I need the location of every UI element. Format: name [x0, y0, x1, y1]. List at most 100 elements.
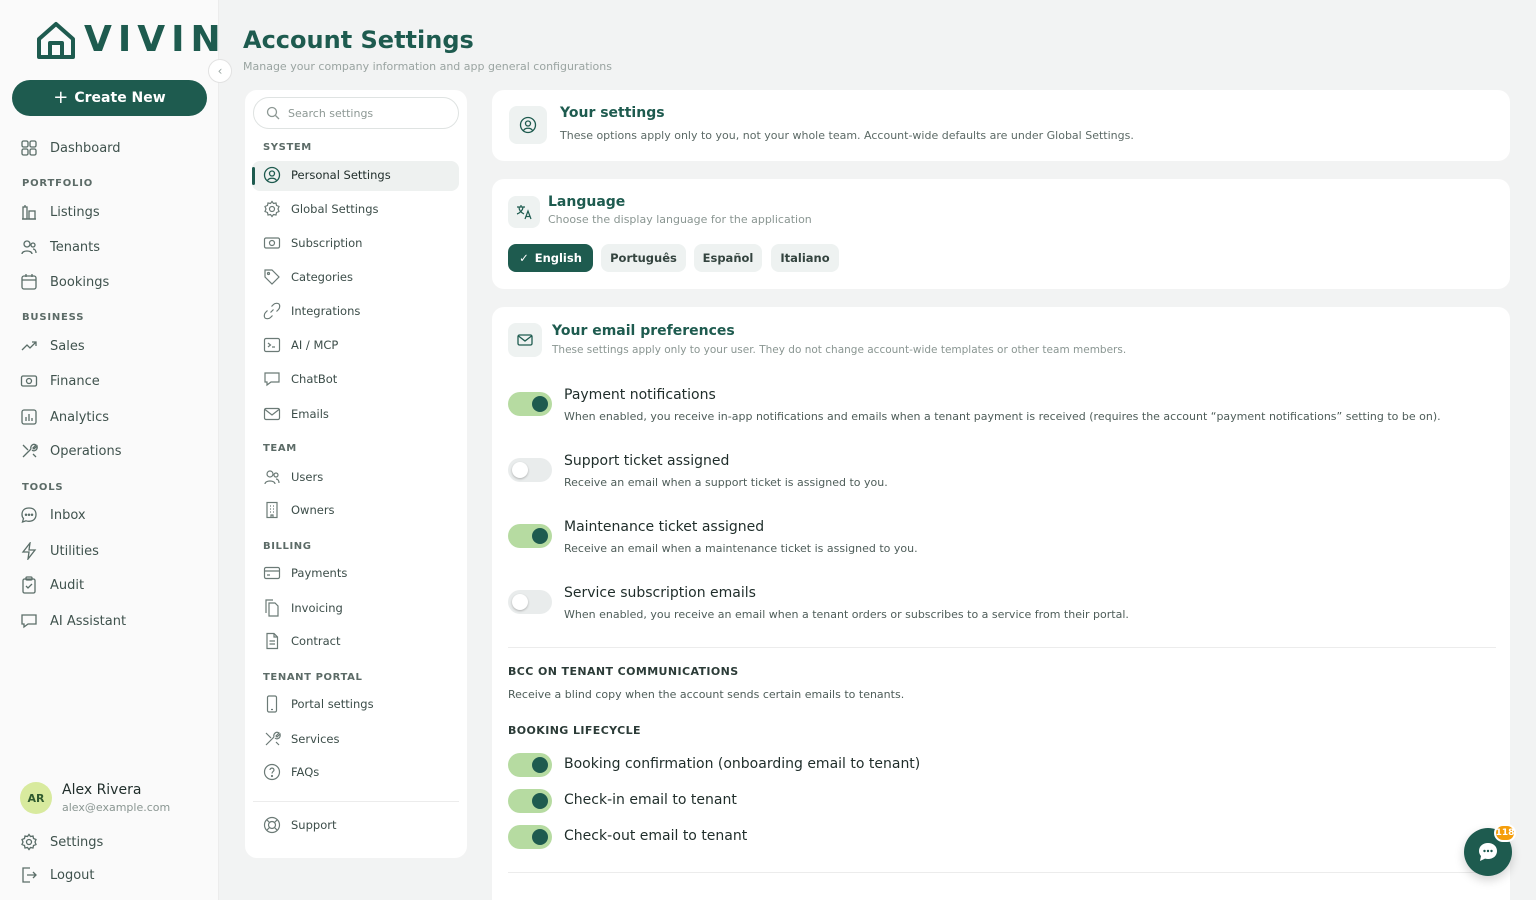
maintenance-ticket-toggle[interactable]	[508, 524, 552, 548]
settings-item-chatbot[interactable]: ChatBot	[263, 369, 337, 389]
question-circle-icon	[263, 763, 281, 781]
settings-item-support[interactable]: Support	[263, 815, 336, 835]
toggle-knob	[532, 829, 548, 845]
support-ticket-toggle[interactable]	[508, 458, 552, 482]
settings-item-owners[interactable]: Owners	[263, 500, 335, 520]
sidebar-section-business: BUSINESS	[22, 312, 85, 323]
sidebar-item-label: Logout	[50, 867, 95, 883]
sidebar-item-label: Bookings	[50, 274, 110, 290]
calendar-icon	[21, 274, 37, 290]
sidebar-item-ai-assistant[interactable]: AI Assistant	[20, 610, 126, 632]
smartphone-icon	[266, 695, 278, 713]
section-divider	[508, 647, 1496, 648]
search-input[interactable]: Search settings	[253, 97, 459, 129]
bcc-section-title: BCC ON TENANT COMMUNICATIONS	[508, 665, 739, 678]
settings-item-categories[interactable]: Categories	[263, 267, 353, 287]
check-out-toggle[interactable]	[508, 825, 552, 849]
sidebar-item-sales[interactable]: Sales	[20, 335, 85, 357]
language-option-spanish[interactable]: Español	[694, 244, 762, 272]
brand-logo[interactable]: VIVIN	[36, 20, 227, 60]
sidebar-item-operations[interactable]: Operations	[20, 440, 121, 462]
settings-item-portal-settings[interactable]: Portal settings	[263, 694, 374, 714]
toggle-knob	[532, 757, 548, 773]
settings-item-invoicing[interactable]: Invoicing	[263, 598, 343, 618]
sidebar-item-label: AI Assistant	[50, 613, 127, 629]
sidebar-item-analytics[interactable]: Analytics	[20, 406, 109, 428]
sidebar-item-finance[interactable]: Finance	[20, 370, 100, 392]
toggle-knob	[532, 793, 548, 809]
settings-item-subscription[interactable]: Subscription	[263, 233, 362, 253]
create-new-button[interactable]: + Create New	[12, 80, 207, 116]
page-subtitle: Manage your company information and app …	[243, 60, 612, 73]
sidebar-item-listings[interactable]: Listings	[20, 201, 100, 223]
sidebar-item-label: Audit	[50, 577, 85, 593]
settings-item-label: Portal settings	[291, 697, 374, 711]
sidebar-item-tenants[interactable]: Tenants	[20, 236, 100, 258]
sidebar-item-label: Sales	[50, 338, 85, 354]
translate-icon	[508, 196, 540, 228]
settings-item-contract[interactable]: Contract	[263, 631, 340, 651]
search-placeholder: Search settings	[288, 106, 374, 120]
users-icon	[21, 240, 37, 255]
tools-icon	[22, 443, 38, 458]
logout-icon	[22, 867, 37, 883]
service-subscription-toggle[interactable]	[508, 590, 552, 614]
gear-icon	[21, 833, 37, 851]
sidebar: VIVIN + Create New Dashboard PORTFOLIO L…	[0, 0, 221, 900]
sidebar-item-utilities[interactable]: Utilities	[20, 540, 99, 562]
settings-item-services[interactable]: Services	[263, 729, 340, 749]
your-settings-card: Your settings These options apply only t…	[492, 90, 1510, 161]
section-divider	[508, 872, 1496, 873]
language-title: Language	[548, 194, 626, 210]
settings-item-label: Owners	[291, 503, 335, 517]
sidebar-section-portfolio: PORTFOLIO	[22, 178, 94, 189]
sidebar-item-settings[interactable]: Settings	[20, 831, 103, 853]
check-in-toggle[interactable]	[508, 789, 552, 813]
sidebar-item-label: Inbox	[50, 507, 86, 523]
user-profile[interactable]: AR Alex Rivera alex@example.com	[20, 782, 170, 814]
page-title: Account Settings	[243, 26, 474, 54]
toggle-knob	[532, 396, 548, 412]
language-card: Language Choose the display language for…	[492, 179, 1510, 289]
settings-item-label: Personal Settings	[291, 168, 391, 182]
trend-up-icon	[21, 341, 37, 351]
language-option-english[interactable]: ✓ English	[508, 244, 593, 272]
grid-icon	[21, 140, 37, 156]
language-option-label: Português	[610, 251, 677, 265]
sidebar-item-label: Finance	[50, 373, 100, 389]
settings-item-users[interactable]: Users	[263, 467, 323, 487]
settings-nav-divider	[253, 801, 459, 802]
terminal-icon	[263, 337, 281, 353]
settings-item-ai-mcp[interactable]: AI / MCP	[263, 335, 338, 355]
sidebar-item-audit[interactable]: Audit	[20, 574, 84, 596]
settings-item-faqs[interactable]: FAQs	[263, 762, 319, 782]
settings-item-payments[interactable]: Payments	[263, 563, 347, 583]
sidebar-item-bookings[interactable]: Bookings	[20, 271, 109, 293]
settings-item-integrations[interactable]: Integrations	[263, 301, 360, 321]
settings-item-label: Support	[291, 818, 337, 832]
pref-desc: When enabled, you receive in-app notific…	[564, 410, 1441, 423]
payment-notifications-toggle[interactable]	[508, 392, 552, 416]
unread-count-badge: 118	[1494, 824, 1516, 842]
link-icon	[263, 302, 281, 320]
user-circle-icon	[263, 166, 281, 184]
settings-item-label: Contract	[291, 634, 341, 648]
gear-icon	[264, 200, 280, 218]
settings-item-label: ChatBot	[291, 372, 338, 386]
search-icon	[266, 106, 280, 120]
lifebuoy-icon	[263, 816, 281, 834]
language-option-portuguese[interactable]: Português	[601, 244, 686, 272]
users-icon	[264, 470, 280, 485]
settings-item-personal[interactable]: Personal Settings	[263, 165, 391, 185]
booking-confirmation-toggle[interactable]	[508, 753, 552, 777]
sidebar-item-inbox[interactable]: Inbox	[20, 504, 86, 526]
tag-icon	[264, 269, 280, 285]
sidebar-collapse-button[interactable]: ‹	[208, 59, 232, 83]
sidebar-item-logout[interactable]: Logout	[20, 864, 95, 886]
sidebar-item-dashboard[interactable]: Dashboard	[20, 137, 121, 159]
settings-item-emails[interactable]: Emails	[263, 404, 329, 424]
settings-section-system: SYSTEM	[263, 142, 312, 153]
sidebar-item-label: Analytics	[50, 409, 110, 425]
settings-item-global[interactable]: Global Settings	[263, 199, 379, 219]
language-option-italian[interactable]: Italiano	[771, 244, 839, 272]
